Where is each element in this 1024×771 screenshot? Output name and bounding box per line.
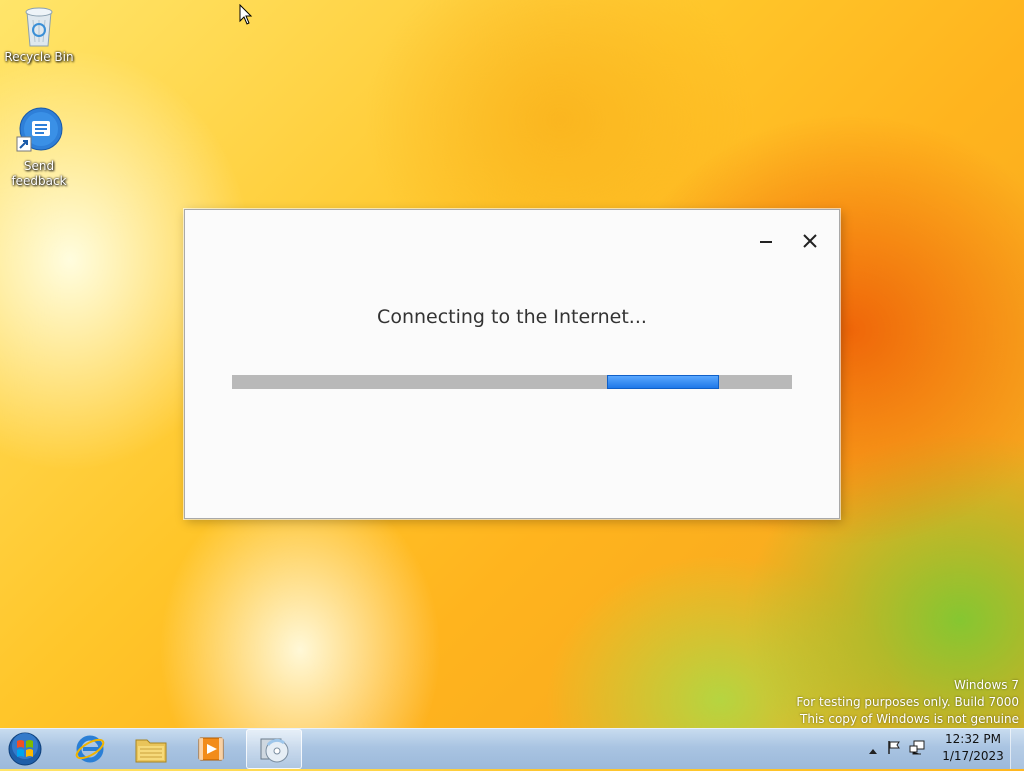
start-orb-icon	[8, 732, 42, 766]
watermark-line-1: Windows 7	[953, 678, 1019, 692]
windows-watermark: Windows 7 For testing purposes only. Bui…	[796, 677, 1019, 728]
flag-icon	[888, 741, 900, 754]
taskbar-internet-explorer[interactable]	[62, 729, 118, 769]
taskbar-windows-explorer[interactable]	[123, 729, 179, 769]
close-button[interactable]	[797, 228, 823, 254]
mouse-cursor-icon	[239, 4, 253, 25]
recycle-bin-label: Recycle Bin	[4, 50, 74, 64]
show-hidden-icons-button[interactable]	[864, 740, 882, 759]
chevron-up-icon	[869, 748, 877, 754]
dialog-message: Connecting to the Internet...	[377, 306, 647, 328]
send-feedback-label-line1: Send	[23, 159, 55, 173]
network-button[interactable]	[906, 739, 928, 759]
watermark-line-3: This copy of Windows is not genuine	[800, 712, 1019, 726]
minimize-icon	[760, 241, 772, 243]
connecting-dialog: Connecting to the Internet...	[184, 209, 840, 519]
taskbar-setup-disc[interactable]	[246, 729, 302, 769]
system-tray	[864, 729, 928, 769]
send-feedback-icon	[16, 107, 63, 152]
clock-date: 1/17/2023	[942, 749, 1004, 763]
media-player-icon	[198, 737, 224, 761]
watermark-line-2: For testing purposes only. Build 7000	[796, 695, 1019, 709]
progress-bar-chunk	[607, 375, 720, 389]
show-desktop-button[interactable]	[1010, 729, 1024, 769]
recycle-bin-icon	[25, 7, 53, 47]
internet-explorer-icon	[75, 735, 105, 763]
taskbar-clock[interactable]: 12:32 PM 1/17/2023	[938, 731, 1008, 765]
clock-time: 12:32 PM	[945, 732, 1001, 746]
minimize-button[interactable]	[753, 228, 779, 254]
network-icon	[909, 740, 925, 755]
desktop-icon-recycle-bin[interactable]: Recycle Bin	[0, 2, 78, 65]
windows-explorer-icon	[135, 739, 167, 763]
taskbar: 12:32 PM 1/17/2023	[0, 728, 1024, 769]
progress-bar	[232, 375, 792, 389]
desktop-icon-send-feedback[interactable]: Send feedback	[0, 107, 78, 189]
action-center-button[interactable]	[882, 739, 906, 759]
setup-disc-icon	[260, 738, 289, 763]
start-button[interactable]	[5, 731, 45, 767]
taskbar-media-player[interactable]	[183, 729, 239, 769]
send-feedback-label-line2: feedback	[11, 174, 67, 188]
close-icon	[803, 234, 817, 248]
